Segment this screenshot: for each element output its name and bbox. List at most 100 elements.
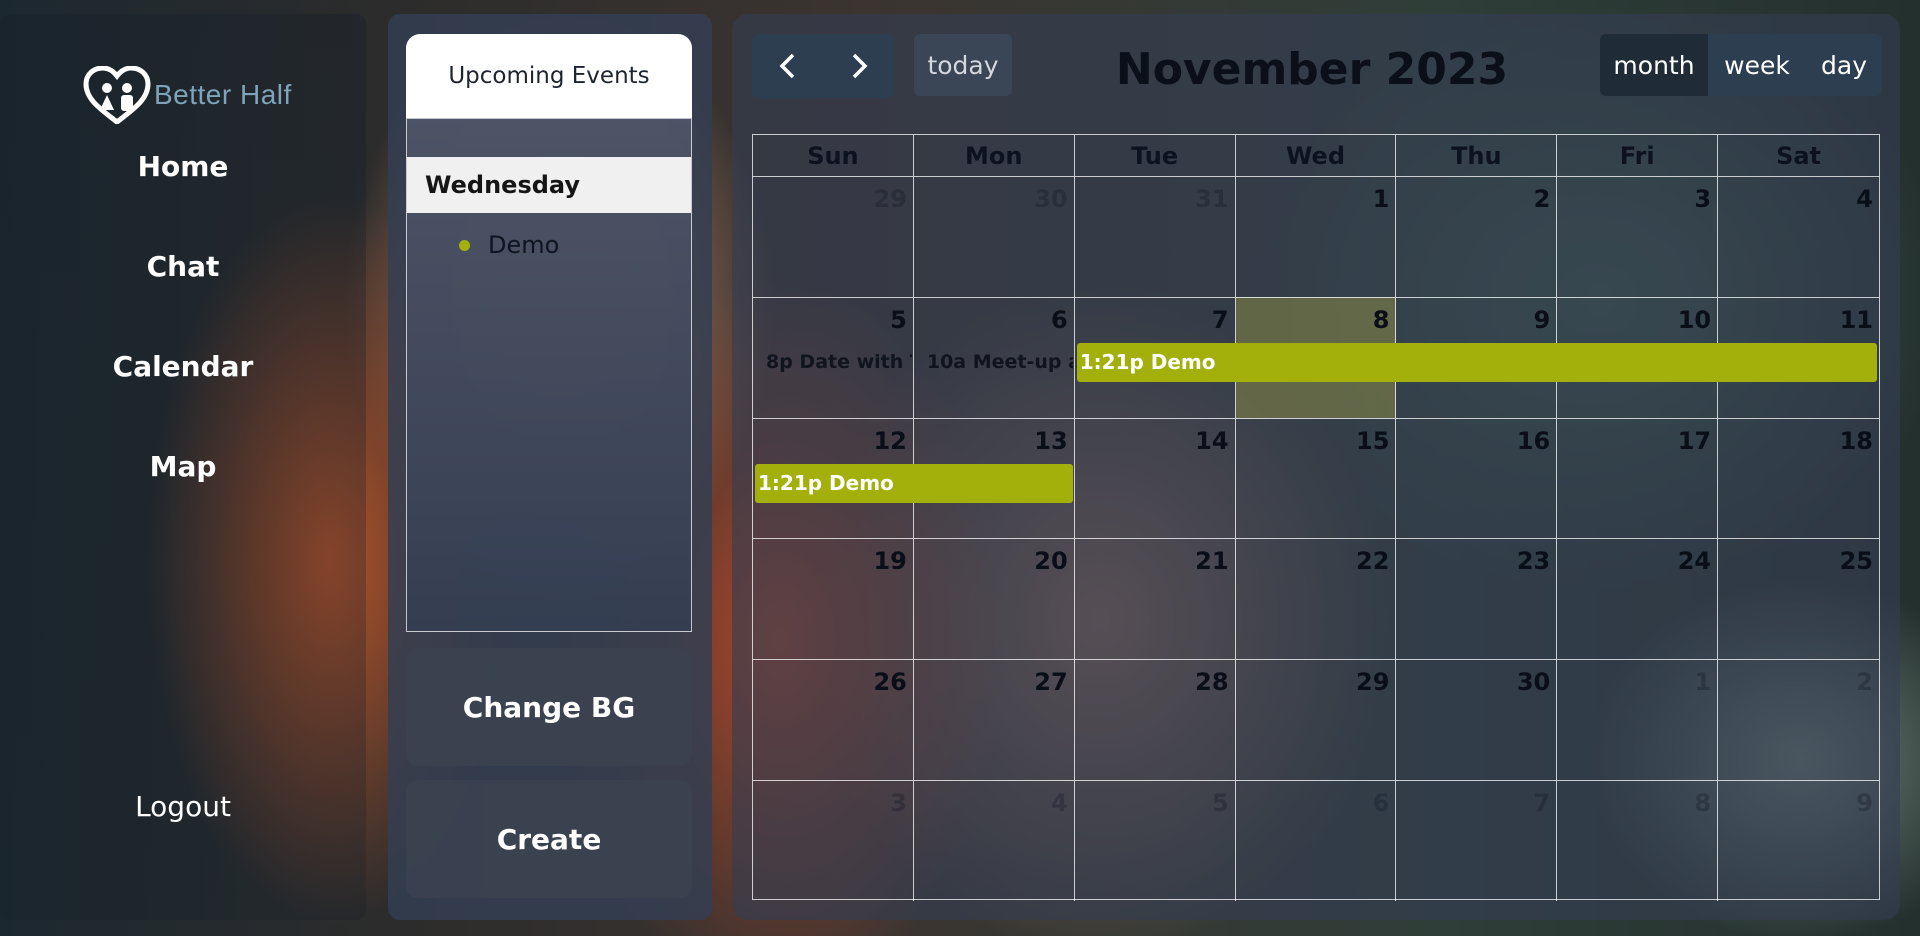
day-cell[interactable]: 19 <box>753 538 914 660</box>
day-number[interactable]: 4 <box>1856 185 1873 213</box>
day-number[interactable]: 16 <box>1517 427 1550 455</box>
day-number[interactable]: 13 <box>1034 427 1067 455</box>
nav-home[interactable]: Home <box>0 150 366 183</box>
day-number[interactable]: 9 <box>1856 789 1873 817</box>
day-number[interactable]: 27 <box>1034 668 1067 696</box>
day-number[interactable]: 31 <box>1195 185 1228 213</box>
day-number[interactable]: 29 <box>1356 668 1389 696</box>
day-cell[interactable]: 22 <box>1235 538 1397 660</box>
day-cell[interactable]: 21 <box>1074 538 1236 660</box>
calendar-event-bar[interactable]: 1:21p Demo <box>755 463 1073 503</box>
day-cell[interactable]: 15 <box>1235 417 1397 539</box>
day-cell[interactable]: 29 <box>753 176 914 297</box>
day-cell[interactable]: 17 <box>1557 417 1719 539</box>
day-cell[interactable]: 24 <box>1557 538 1719 660</box>
day-number[interactable]: 9 <box>1534 306 1551 334</box>
day-number[interactable]: 30 <box>1517 668 1550 696</box>
day-cell[interactable]: 30 <box>913 176 1075 297</box>
day-cell[interactable]: 5 <box>1074 780 1236 901</box>
day-number[interactable]: 30 <box>1034 185 1067 213</box>
upcoming-event-item[interactable]: Demo <box>459 231 559 259</box>
day-number[interactable]: 5 <box>890 306 907 334</box>
day-number[interactable]: 20 <box>1034 547 1067 575</box>
day-cell[interactable]: 2 <box>1396 176 1558 297</box>
day-number[interactable]: 23 <box>1517 547 1550 575</box>
nav-calendar[interactable]: Calendar <box>0 350 366 383</box>
day-number[interactable]: 2 <box>1856 668 1873 696</box>
calendar-event[interactable]: 8p Date with T <box>761 349 912 375</box>
calendar-event[interactable]: 10a Meet-up a <box>922 349 1073 375</box>
day-number[interactable]: 19 <box>873 547 906 575</box>
day-number[interactable]: 2 <box>1534 185 1551 213</box>
logout-link[interactable]: Logout <box>0 790 366 823</box>
day-cell[interactable]: 7 <box>1396 780 1558 901</box>
day-number[interactable]: 26 <box>873 668 906 696</box>
day-cell[interactable]: 9 <box>1718 780 1879 901</box>
weekday-header-thu: Thu <box>1396 135 1558 176</box>
day-number[interactable]: 14 <box>1195 427 1228 455</box>
day-number[interactable]: 3 <box>890 789 907 817</box>
day-number[interactable]: 7 <box>1212 306 1229 334</box>
day-cell[interactable]: 1 <box>1235 176 1397 297</box>
day-number[interactable]: 21 <box>1195 547 1228 575</box>
day-number[interactable]: 28 <box>1195 668 1228 696</box>
day-number[interactable]: 11 <box>1840 306 1873 334</box>
day-number[interactable]: 18 <box>1840 427 1873 455</box>
prev-month-button[interactable] <box>752 34 823 98</box>
day-number[interactable]: 8 <box>1373 306 1390 334</box>
today-button[interactable]: today <box>914 34 1012 96</box>
nav-map[interactable]: Map <box>0 450 366 483</box>
day-cell[interactable]: 14 <box>1074 417 1236 539</box>
day-cell[interactable]: 26 <box>753 659 914 780</box>
change-bg-button[interactable]: Change BG <box>406 648 692 766</box>
calendar-panel: today November 2023 month week day Sun Mo… <box>732 14 1900 920</box>
day-cell[interactable]: 3 <box>1557 176 1719 297</box>
day-number[interactable]: 1 <box>1694 668 1711 696</box>
day-number[interactable]: 25 <box>1840 547 1873 575</box>
view-week-button[interactable]: week <box>1708 34 1806 96</box>
nav-chat[interactable]: Chat <box>0 250 366 283</box>
day-number[interactable]: 12 <box>873 427 906 455</box>
day-cell[interactable]: 25 <box>1718 538 1879 659</box>
day-cell[interactable]: 2 <box>1718 659 1879 780</box>
logo[interactable]: Better Half <box>82 66 302 124</box>
weekday-header-wed: Wed <box>1236 135 1397 176</box>
day-number[interactable]: 4 <box>1051 789 1068 817</box>
day-cell[interactable]: 23 <box>1396 538 1558 660</box>
day-cell[interactable]: 6 <box>1235 780 1397 901</box>
couple-heart-icon <box>83 66 151 124</box>
day-cell[interactable]: 27 <box>913 659 1075 780</box>
day-cell[interactable]: 16 <box>1396 417 1558 539</box>
day-number[interactable]: 17 <box>1678 427 1711 455</box>
day-cell[interactable]: 20 <box>913 538 1075 660</box>
day-number[interactable]: 1 <box>1373 185 1390 213</box>
day-cell[interactable]: 31 <box>1074 176 1236 297</box>
next-month-button[interactable] <box>823 34 894 98</box>
upcoming-day-header: Wednesday <box>407 157 691 213</box>
day-cell[interactable]: 8 <box>1557 780 1719 901</box>
day-cell[interactable]: 3 <box>753 780 914 901</box>
day-number[interactable]: 10 <box>1678 306 1711 334</box>
day-number[interactable]: 24 <box>1678 547 1711 575</box>
prev-next-group <box>752 34 894 98</box>
calendar-event-bar[interactable]: 1:21p Demo <box>1076 342 1877 382</box>
day-cell[interactable]: 1 <box>1557 659 1719 780</box>
day-number[interactable]: 15 <box>1356 427 1389 455</box>
day-number[interactable]: 6 <box>1373 789 1390 817</box>
day-cell[interactable]: 4 <box>913 780 1075 901</box>
day-number[interactable]: 29 <box>873 185 906 213</box>
day-cell[interactable]: 29 <box>1235 659 1397 780</box>
view-month-button[interactable]: month <box>1600 34 1708 96</box>
day-cell[interactable]: 4 <box>1718 176 1879 297</box>
create-button[interactable]: Create <box>406 780 692 898</box>
day-number[interactable]: 6 <box>1051 306 1068 334</box>
day-cell[interactable]: 28 <box>1074 659 1236 780</box>
day-number[interactable]: 7 <box>1534 789 1551 817</box>
day-number[interactable]: 22 <box>1356 547 1389 575</box>
day-cell[interactable]: 18 <box>1718 417 1879 539</box>
view-day-button[interactable]: day <box>1806 34 1882 96</box>
day-number[interactable]: 8 <box>1694 789 1711 817</box>
day-number[interactable]: 3 <box>1694 185 1711 213</box>
day-cell[interactable]: 30 <box>1396 659 1558 780</box>
day-number[interactable]: 5 <box>1212 789 1229 817</box>
